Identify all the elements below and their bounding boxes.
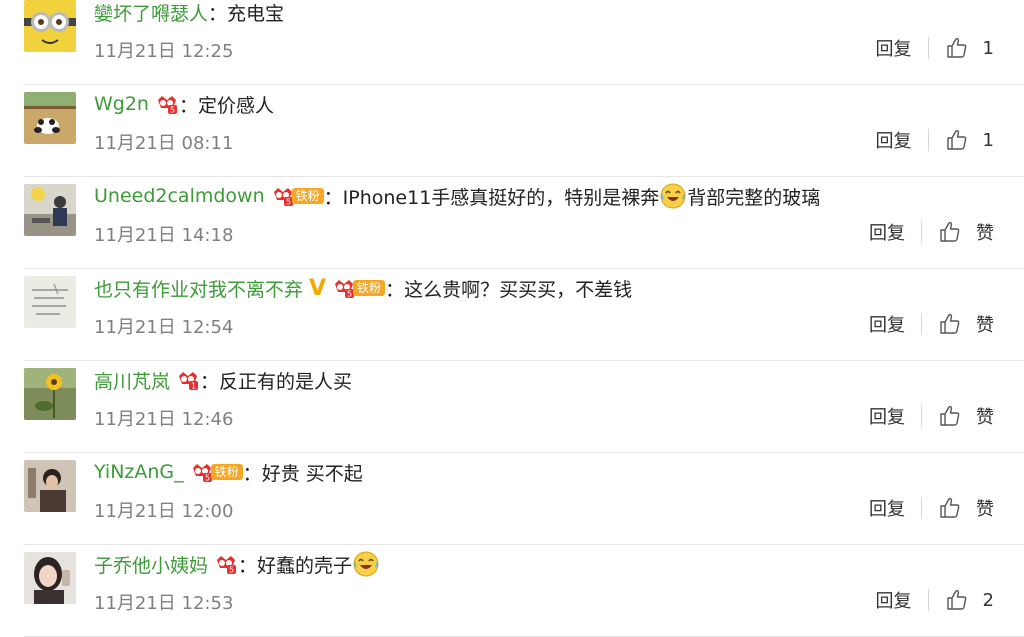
- comment-item: YiNzAnG_ 5 铁粉 ： 好贵 买不起 11月21日 12:00 回复 赞: [0, 453, 1024, 545]
- username[interactable]: YiNzAnG_: [94, 461, 184, 483]
- crown-level-icon: 5: [214, 552, 238, 576]
- avatar[interactable]: [24, 184, 76, 236]
- svg-text:5: 5: [170, 106, 175, 115]
- like-count[interactable]: 2: [983, 590, 994, 611]
- svg-text:5: 5: [205, 474, 210, 483]
- action-divider: [927, 589, 929, 611]
- like-label[interactable]: 赞: [976, 495, 994, 521]
- timestamp: 11月21日 12:46: [94, 409, 234, 430]
- avatar[interactable]: [24, 552, 76, 604]
- crown-level-icon: 5: [155, 92, 179, 116]
- thumbs-up-icon[interactable]: [945, 128, 969, 152]
- avatar[interactable]: [24, 368, 76, 420]
- comment-text: IPhone11手感真挺好的，特别是裸奔: [342, 186, 660, 209]
- like-label[interactable]: 赞: [976, 403, 994, 429]
- member-badge: 5 铁粉: [271, 184, 324, 208]
- username[interactable]: 孌坏了嘚瑟人: [94, 0, 208, 26]
- svg-text:1: 1: [191, 382, 196, 391]
- member-badge: 5: [155, 92, 179, 116]
- iron-fan-badge: 铁粉: [291, 188, 324, 204]
- comment-item: Uneed2calmdown 5 铁粉 ： IPhone11手感真挺好的，特别是…: [0, 177, 1024, 269]
- svg-text:5: 5: [286, 198, 291, 207]
- comment-item: 也只有作业对我不离不弃 V 5 铁粉 ： 这么贵啊？买买买，不差钱 11月21日…: [0, 269, 1024, 361]
- laughing-crying-emoji-icon: [352, 550, 380, 578]
- laughing-crying-emoji-icon: [659, 182, 687, 210]
- comment-text: 反正有的是人买: [219, 370, 353, 393]
- like-count[interactable]: 1: [983, 130, 994, 151]
- like-count[interactable]: 1: [983, 38, 994, 59]
- colon-separator: ：: [178, 94, 198, 117]
- avatar[interactable]: [24, 460, 76, 512]
- username[interactable]: 也只有作业对我不离不弃: [94, 275, 303, 302]
- reply-button[interactable]: 回复: [869, 311, 905, 337]
- action-divider: [927, 129, 929, 151]
- colon-separator: ：: [200, 370, 220, 393]
- reply-button[interactable]: 回复: [869, 219, 905, 245]
- iron-fan-badge: 铁粉: [210, 464, 243, 480]
- username[interactable]: Uneed2calmdown: [94, 185, 265, 207]
- comment-text: 好蠢的壳子: [257, 554, 353, 577]
- thumbs-up-icon[interactable]: [938, 220, 962, 244]
- comment-text: 充电宝: [227, 2, 285, 25]
- comment-item: 子乔他小姨妈 5 ： 好蠢的壳子 11月21日 12:53 回复 2: [0, 545, 1024, 637]
- reply-button[interactable]: 回复: [869, 495, 905, 521]
- thumbs-up-icon[interactable]: [945, 588, 969, 612]
- timestamp: 11月21日 08:11: [94, 133, 234, 154]
- action-divider: [921, 313, 922, 335]
- action-divider: [921, 405, 922, 427]
- action-divider: [921, 497, 922, 519]
- avatar[interactable]: [24, 276, 76, 328]
- timestamp: 11月21日 12:25: [94, 41, 234, 62]
- member-badge: 5 铁粉: [190, 460, 243, 484]
- username[interactable]: 高川芃岚: [94, 367, 170, 394]
- colon-separator: ：: [238, 554, 258, 577]
- svg-text:5: 5: [229, 566, 234, 575]
- username[interactable]: 子乔他小姨妈: [94, 551, 208, 578]
- action-divider: [921, 221, 922, 243]
- svg-text:5: 5: [347, 290, 352, 299]
- username[interactable]: Wg2n: [94, 93, 149, 115]
- like-label[interactable]: 赞: [976, 219, 994, 245]
- iron-fan-badge: 铁粉: [353, 280, 386, 296]
- member-badge: 1: [176, 368, 200, 392]
- thumbs-up-icon[interactable]: [938, 496, 962, 520]
- like-label[interactable]: 赞: [976, 311, 994, 337]
- comment-text: 这么贵啊？买买买，不差钱: [404, 278, 633, 301]
- timestamp: 11月21日 14:18: [94, 225, 234, 246]
- colon-separator: ：: [242, 462, 262, 485]
- reply-button[interactable]: 回复: [876, 587, 912, 613]
- timestamp: 11月21日 12:53: [94, 593, 234, 614]
- colon-separator: ：: [208, 2, 228, 25]
- timestamp: 11月21日 12:54: [94, 317, 234, 338]
- colon-separator: ：: [323, 186, 343, 209]
- thumbs-up-icon[interactable]: [938, 312, 962, 336]
- timestamp: 11月21日 12:00: [94, 501, 234, 522]
- action-divider: [927, 37, 929, 59]
- reply-button[interactable]: 回复: [876, 127, 912, 153]
- comment-text-continued: 背部完整的玻璃: [687, 186, 821, 209]
- thumbs-up-icon[interactable]: [938, 404, 962, 428]
- verified-v-icon: V: [309, 275, 327, 301]
- reply-button[interactable]: 回复: [876, 35, 912, 61]
- colon-separator: ：: [385, 278, 405, 301]
- avatar[interactable]: [24, 0, 76, 52]
- reply-button[interactable]: 回复: [869, 403, 905, 429]
- crown-level-icon: 1: [176, 368, 200, 392]
- comment-text: 定价感人: [198, 94, 275, 117]
- thumbs-up-icon[interactable]: [945, 36, 969, 60]
- member-badge: 5: [214, 552, 238, 576]
- member-badge: 5 铁粉: [332, 276, 386, 300]
- comment-item: 孌坏了嘚瑟人 ： 充电宝 11月21日 12:25 回复 1: [0, 0, 1024, 85]
- comment-item: Wg2n 5 ： 定价感人 11月21日 08:11 回复 1: [0, 85, 1024, 177]
- comment-text: 好贵 买不起: [261, 462, 363, 485]
- comment-item: 高川芃岚 1 ： 反正有的是人买 11月21日 12:46 回复 赞: [0, 361, 1024, 453]
- avatar[interactable]: [24, 92, 76, 144]
